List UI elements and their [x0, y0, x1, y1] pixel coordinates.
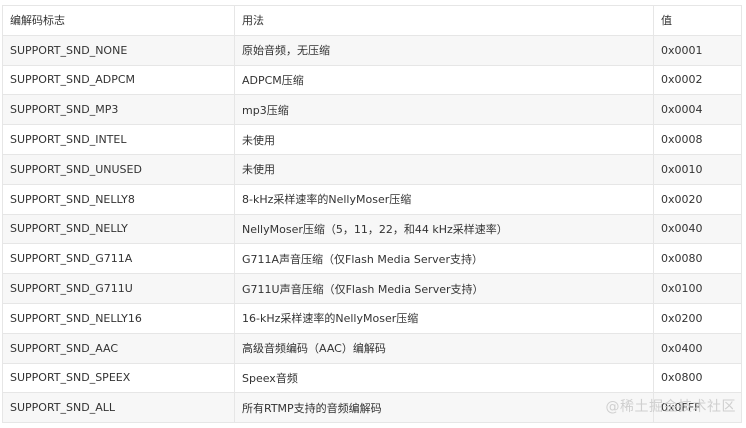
page: 编解码标志 用法 值 SUPPORT_SND_NONE 原始音频，无压缩 0x0… [0, 0, 746, 428]
usage-cell: ADPCM压缩 [234, 64, 654, 96]
flag-cell: SUPPORT_SND_NELLY16 [2, 302, 235, 334]
table-row: SUPPORT_SND_G711U G711U声音压缩（仅Flash Media… [2, 273, 742, 304]
value-cell: 0x0400 [653, 332, 742, 364]
flag-cell: SUPPORT_SND_ALL [2, 392, 235, 424]
value-cell: 0x0020 [653, 183, 742, 215]
flag-cell: SUPPORT_SND_INTEL [2, 124, 235, 155]
flag-cell: SUPPORT_SND_G711U [2, 273, 235, 304]
value-cell: 0x0010 [653, 153, 742, 185]
value-cell: 0x0004 [653, 94, 742, 126]
value-cell: 0x0008 [653, 124, 742, 155]
value-cell: 0x0200 [653, 302, 742, 334]
usage-cell: NellyMoser压缩（5，11，22，和44 kHz采样速率） [234, 213, 654, 245]
value-cell: 0x0FFF [653, 392, 742, 424]
value-cell: 0x0001 [653, 34, 742, 66]
column-header-value: 值 [653, 5, 742, 36]
table-row: SUPPORT_SND_NELLY16 16-kHz采样速率的NellyMose… [2, 302, 742, 334]
table-row: SUPPORT_SND_INTEL 未使用 0x0008 [2, 124, 742, 155]
value-cell: 0x0800 [653, 362, 742, 394]
usage-cell: Speex音频 [234, 362, 654, 394]
usage-cell: 未使用 [234, 124, 654, 155]
flag-cell: SUPPORT_SND_NELLY8 [2, 183, 235, 215]
table-row: SUPPORT_SND_ALL 所有RTMP支持的音频编解码 0x0FFF [2, 392, 742, 424]
codec-flags-table: 编解码标志 用法 值 SUPPORT_SND_NONE 原始音频，无压缩 0x0… [2, 5, 742, 424]
usage-cell: 16-kHz采样速率的NellyMoser压缩 [234, 302, 654, 334]
column-header-usage: 用法 [234, 5, 654, 36]
usage-cell: 8-kHz采样速率的NellyMoser压缩 [234, 183, 654, 215]
flag-cell: SUPPORT_SND_G711A [2, 243, 235, 275]
table-row: SUPPORT_SND_NELLY8 8-kHz采样速率的NellyMoser压… [2, 183, 742, 215]
flag-cell: SUPPORT_SND_AAC [2, 332, 235, 364]
table-row: SUPPORT_SND_NELLY NellyMoser压缩（5，11，22，和… [2, 213, 742, 245]
value-cell: 0x0002 [653, 64, 742, 96]
column-header-flag: 编解码标志 [2, 5, 235, 36]
usage-cell: 高级音频编码（AAC）编解码 [234, 332, 654, 364]
usage-cell: G711U声音压缩（仅Flash Media Server支持） [234, 273, 654, 304]
usage-cell: G711A声音压缩（仅Flash Media Server支持） [234, 243, 654, 275]
usage-cell: 未使用 [234, 153, 654, 185]
flag-cell: SUPPORT_SND_NONE [2, 34, 235, 66]
flag-cell: SUPPORT_SND_UNUSED [2, 153, 235, 185]
value-cell: 0x0100 [653, 273, 742, 304]
table-row: SUPPORT_SND_NONE 原始音频，无压缩 0x0001 [2, 34, 742, 66]
usage-cell: 所有RTMP支持的音频编解码 [234, 392, 654, 424]
table-row: SUPPORT_SND_MP3 mp3压缩 0x0004 [2, 94, 742, 126]
table-row: SUPPORT_SND_ADPCM ADPCM压缩 0x0002 [2, 64, 742, 96]
table-row: SUPPORT_SND_G711A G711A声音压缩（仅Flash Media… [2, 243, 742, 275]
usage-cell: 原始音频，无压缩 [234, 34, 654, 66]
value-cell: 0x0040 [653, 213, 742, 245]
value-cell: 0x0080 [653, 243, 742, 275]
flag-cell: SUPPORT_SND_SPEEX [2, 362, 235, 394]
flag-cell: SUPPORT_SND_MP3 [2, 94, 235, 126]
usage-cell: mp3压缩 [234, 94, 654, 126]
table-row: SUPPORT_SND_SPEEX Speex音频 0x0800 [2, 362, 742, 394]
table-row: SUPPORT_SND_UNUSED 未使用 0x0010 [2, 153, 742, 185]
flag-cell: SUPPORT_SND_NELLY [2, 213, 235, 245]
table-header-row: 编解码标志 用法 值 [2, 5, 742, 36]
table-row: SUPPORT_SND_AAC 高级音频编码（AAC）编解码 0x0400 [2, 332, 742, 364]
flag-cell: SUPPORT_SND_ADPCM [2, 64, 235, 96]
